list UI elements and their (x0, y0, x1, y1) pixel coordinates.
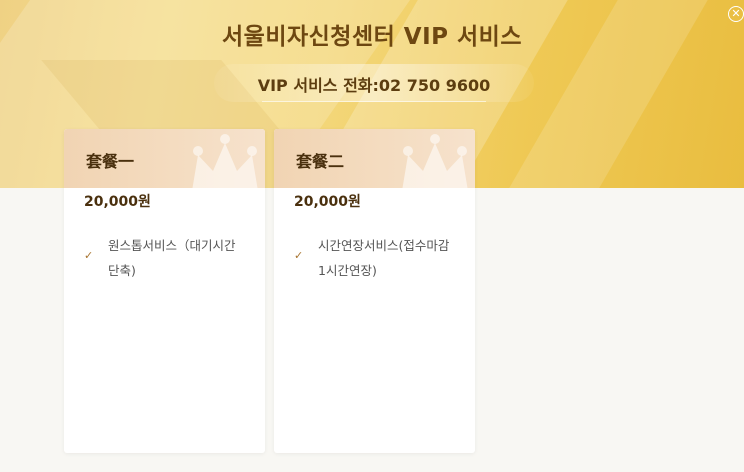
phone-underline (262, 101, 486, 102)
package-price: 20,000원 (84, 194, 151, 210)
check-icon: ✓ (84, 249, 94, 262)
package-card[interactable]: 套餐一 20,000원 ✓ 원스톱서비스（대기시간단축) (64, 129, 265, 453)
package-card[interactable]: 套餐二 20,000원 ✓ 시간연장서비스(접수마감1시간연장) (274, 129, 475, 453)
close-button[interactable]: ✕ (728, 6, 744, 22)
check-icon: ✓ (294, 249, 304, 262)
package-name: 套餐一 (86, 152, 135, 171)
page-title: 서울비자신청센터 VIP 서비스 (222, 24, 522, 50)
package-feature-text: 시간연장서비스(접수마감1시간연장) (318, 238, 450, 278)
package-card-header: 套餐二 (274, 129, 475, 188)
package-name: 套餐二 (296, 152, 345, 171)
package-feature-text: 원스톱서비스（대기시간단축) (108, 238, 236, 278)
close-icon: ✕ (731, 7, 741, 20)
crown-icon (192, 134, 258, 188)
package-card-header: 套餐一 (64, 129, 265, 188)
package-price: 20,000원 (294, 194, 361, 210)
vip-phone-number: VIP 서비스 전화:02 750 9600 (257, 76, 491, 95)
crown-icon (402, 134, 468, 188)
